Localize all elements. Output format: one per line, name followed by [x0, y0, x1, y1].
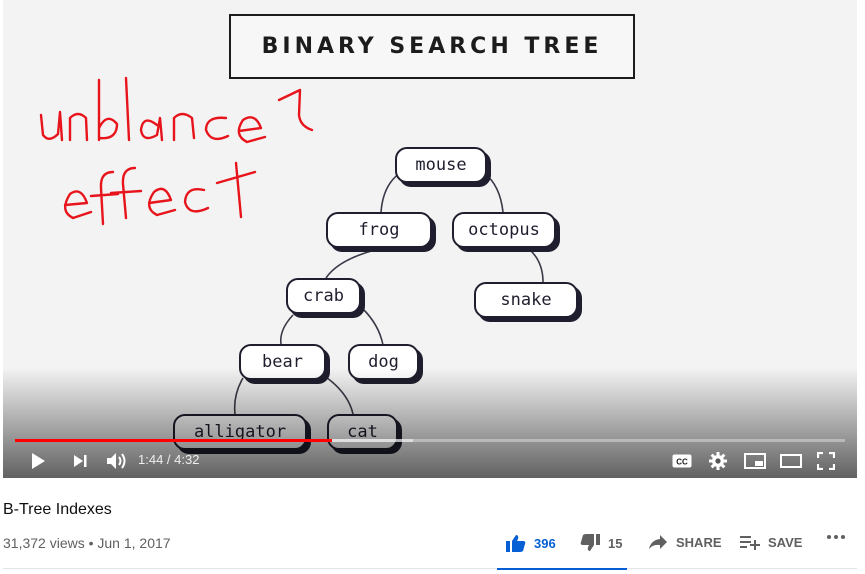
video-player[interactable]: BINARY SEARCH TREE mouse frog octopus cr…: [3, 0, 857, 478]
tree-node-frog: frog: [326, 212, 432, 248]
tree-node-mouse: mouse: [395, 147, 487, 183]
divider: [3, 568, 857, 569]
theater-icon: [780, 454, 802, 468]
play-button[interactable]: [27, 449, 49, 473]
time-display: 1:44 / 4:32: [138, 452, 200, 467]
fullscreen-icon: [817, 452, 835, 470]
progress-played: [15, 439, 333, 442]
tree-node-crab: crab: [286, 278, 361, 314]
playlist-add-icon: [740, 536, 760, 550]
handwritten-annotation: [39, 76, 314, 226]
share-button[interactable]: SHARE: [648, 534, 722, 550]
fullscreen-button[interactable]: [815, 449, 837, 473]
progress-bar[interactable]: [15, 439, 845, 442]
like-button[interactable]: 396: [506, 534, 556, 552]
gear-icon: [709, 452, 727, 470]
edge-frog-crab: [325, 249, 376, 279]
captions-button[interactable]: CC: [671, 449, 693, 473]
like-count: 396: [534, 535, 556, 551]
miniplayer-button[interactable]: [743, 449, 767, 473]
sentiment-bar: [497, 568, 627, 570]
volume-button[interactable]: [104, 449, 130, 473]
dislike-count: 15: [608, 535, 623, 551]
play-icon: [32, 453, 45, 469]
next-icon: [74, 455, 87, 467]
edge-mouse-octopus: [483, 172, 504, 213]
share-label: SHARE: [676, 534, 722, 550]
save-button[interactable]: SAVE: [740, 534, 802, 550]
thumbs-up-icon: [506, 535, 526, 552]
more-actions-button[interactable]: [826, 534, 846, 540]
thumbs-down-icon: [580, 534, 600, 551]
save-label: SAVE: [768, 534, 803, 550]
edge-crab-dog: [362, 308, 384, 346]
next-button[interactable]: [69, 449, 91, 473]
video-title: B-Tree Indexes: [3, 501, 112, 518]
edge-octopus-snake: [529, 249, 544, 283]
miniplayer-icon: [744, 453, 766, 469]
tree-node-octopus: octopus: [452, 212, 556, 248]
video-meta: 31,372 views • Jun 1, 2017: [3, 535, 171, 551]
volume-icon: [107, 453, 126, 469]
edge-crab-bear: [279, 314, 294, 345]
more-icon: [827, 535, 845, 539]
settings-button[interactable]: [707, 449, 729, 473]
svg-text:CC: CC: [676, 458, 688, 467]
theater-mode-button[interactable]: [779, 449, 803, 473]
tree-node-snake: snake: [474, 282, 578, 318]
captions-icon: CC: [672, 454, 692, 468]
dislike-button[interactable]: 15: [580, 534, 622, 552]
share-icon: [649, 535, 667, 549]
